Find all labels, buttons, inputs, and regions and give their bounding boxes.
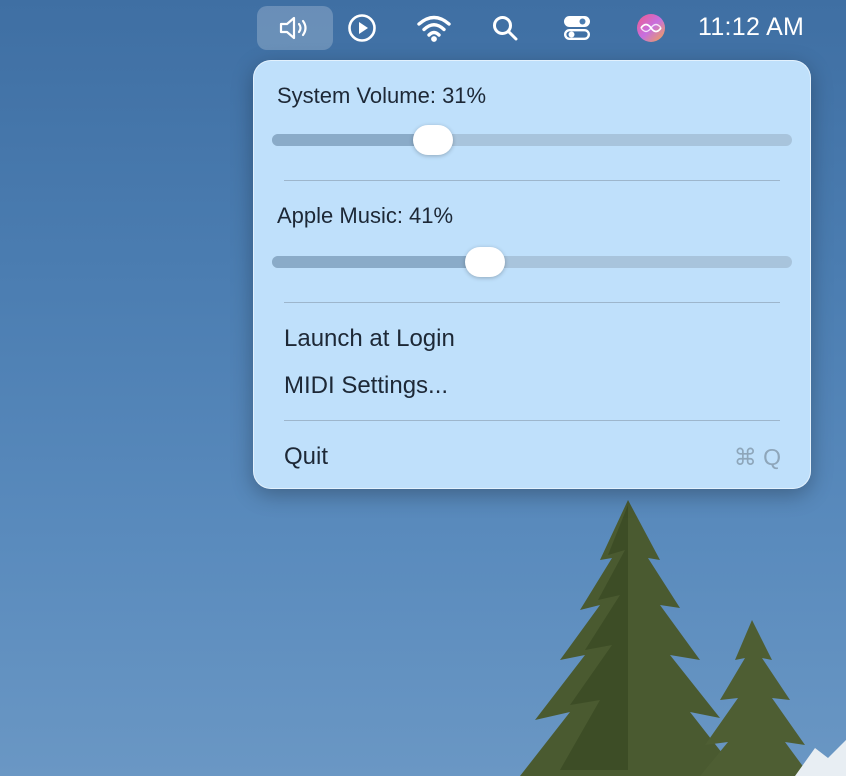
menu-bar-clock[interactable]: 11:12 AM bbox=[698, 12, 804, 42]
system-volume-slider[interactable] bbox=[272, 125, 792, 155]
quit-shortcut: ⌘ Q bbox=[733, 444, 781, 470]
snowy-peak bbox=[795, 740, 846, 776]
wifi-icon[interactable] bbox=[412, 10, 456, 46]
system-volume-label: System Volume: 31% bbox=[277, 83, 487, 108]
launch-at-login-item[interactable]: Launch at Login bbox=[284, 325, 455, 353]
apple-music-volume-slider-knob[interactable] bbox=[465, 247, 505, 277]
midi-settings-item[interactable]: MIDI Settings... bbox=[284, 372, 448, 400]
play-circle-icon[interactable] bbox=[342, 10, 382, 46]
menu-bar: 11:12 AM bbox=[0, 0, 846, 56]
pine-tree-left bbox=[520, 500, 740, 776]
search-icon[interactable] bbox=[485, 10, 525, 46]
control-center-icon[interactable] bbox=[555, 10, 599, 46]
volume-menu-panel: System Volume: 31% Apple Music: 41% Laun… bbox=[253, 60, 811, 489]
apple-music-volume-slider-fill bbox=[272, 256, 485, 268]
apple-music-volume-label: Apple Music: 41% bbox=[277, 203, 454, 228]
system-volume-slider-knob[interactable] bbox=[413, 125, 453, 155]
separator bbox=[284, 302, 780, 303]
quit-item[interactable]: Quit bbox=[284, 443, 328, 471]
apple-music-volume-slider[interactable] bbox=[272, 247, 792, 277]
separator bbox=[284, 180, 780, 181]
separator bbox=[284, 420, 780, 421]
speaker-volume-icon[interactable] bbox=[257, 6, 333, 50]
siri-icon[interactable] bbox=[630, 10, 672, 46]
system-volume-slider-fill bbox=[272, 134, 433, 146]
